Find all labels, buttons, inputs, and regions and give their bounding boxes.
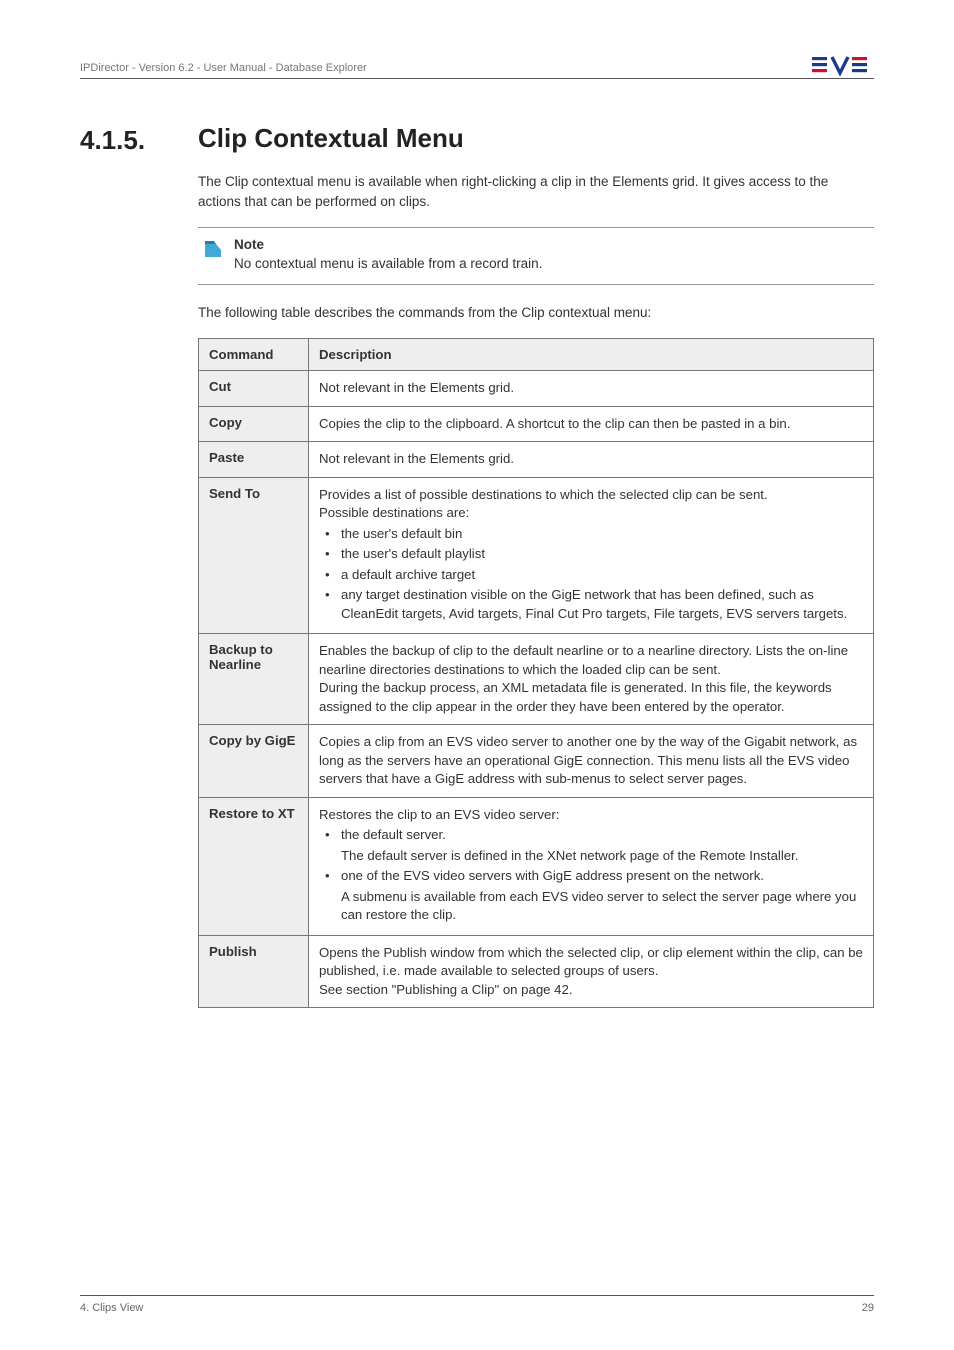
sendto-pre2: Possible destinations are: (319, 505, 469, 520)
logo (812, 54, 874, 76)
cmd-desc: Not relevant in the Elements grid. (309, 371, 874, 406)
cmd-label: Cut (199, 371, 309, 406)
th-description: Description (309, 339, 874, 371)
footer-left: 4. Clips View (80, 1302, 143, 1314)
table-row: Cut Not relevant in the Elements grid. (199, 371, 874, 406)
note-box: Note No contextual menu is available fro… (198, 227, 874, 285)
sendto-list: the user's default bin the user's defaul… (319, 525, 863, 623)
list-item: any target destination visible on the Gi… (319, 586, 863, 623)
page-header: IPDirector - Version 6.2 - User Manual -… (80, 52, 874, 79)
list-item: the user's default playlist (319, 545, 863, 563)
list-item: one of the EVS video servers with GigE a… (319, 867, 863, 885)
cmd-label: Send To (199, 477, 309, 633)
section-heading: 4.1.5. Clip Contextual Menu (80, 123, 874, 156)
cmd-desc: Opens the Publish window from which the … (309, 935, 874, 1007)
commands-table: Command Description Cut Not relevant in … (198, 338, 874, 1008)
footer-page-number: 29 (862, 1302, 874, 1314)
table-row: Restore to XT Restores the clip to an EV… (199, 797, 874, 935)
evs-logo-icon (812, 54, 874, 76)
cmd-desc: Not relevant in the Elements grid. (309, 442, 874, 477)
list-item-cont: The default server is defined in the XNe… (319, 847, 863, 865)
note-body-text: No contextual menu is available from a r… (234, 256, 542, 271)
table-row: Copy Copies the clip to the clipboard. A… (199, 406, 874, 441)
note-icon (202, 238, 224, 274)
list-item: the default server. (319, 826, 863, 844)
cmd-label: Publish (199, 935, 309, 1007)
intro-paragraph: The Clip contextual menu is available wh… (198, 172, 874, 211)
section-number: 4.1.5. (80, 123, 170, 156)
cmd-label: Copy by GigE (199, 725, 309, 797)
list-item-cont: A submenu is available from each EVS vid… (319, 888, 863, 925)
cmd-desc: Copies a clip from an EVS video server t… (309, 725, 874, 797)
header-left-text: IPDirector - Version 6.2 - User Manual -… (80, 62, 367, 74)
table-row: Publish Opens the Publish window from wh… (199, 935, 874, 1007)
list-item: a default archive target (319, 566, 863, 584)
table-row: Paste Not relevant in the Elements grid. (199, 442, 874, 477)
cmd-label: Backup to Nearline (199, 634, 309, 725)
cmd-desc: Copies the clip to the clipboard. A shor… (309, 406, 874, 441)
cmd-label: Paste (199, 442, 309, 477)
restore-list: the default server. The default server i… (319, 826, 863, 924)
cmd-label: Restore to XT (199, 797, 309, 935)
cmd-desc: Restores the clip to an EVS video server… (309, 797, 874, 935)
table-intro: The following table describes the comman… (198, 303, 874, 323)
cmd-label: Copy (199, 406, 309, 441)
list-item: the user's default bin (319, 525, 863, 543)
cmd-desc: Enables the backup of clip to the defaul… (309, 634, 874, 725)
note-title: Note (234, 236, 542, 255)
restore-pre: Restores the clip to an EVS video server… (319, 807, 559, 822)
cmd-desc: Provides a list of possible destinations… (309, 477, 874, 633)
table-row: Copy by GigE Copies a clip from an EVS v… (199, 725, 874, 797)
page-footer: 4. Clips View 29 (80, 1295, 874, 1314)
table-row: Send To Provides a list of possible dest… (199, 477, 874, 633)
table-row: Backup to Nearline Enables the backup of… (199, 634, 874, 725)
sendto-pre: Provides a list of possible destinations… (319, 487, 768, 502)
th-command: Command (199, 339, 309, 371)
section-title: Clip Contextual Menu (198, 123, 464, 156)
